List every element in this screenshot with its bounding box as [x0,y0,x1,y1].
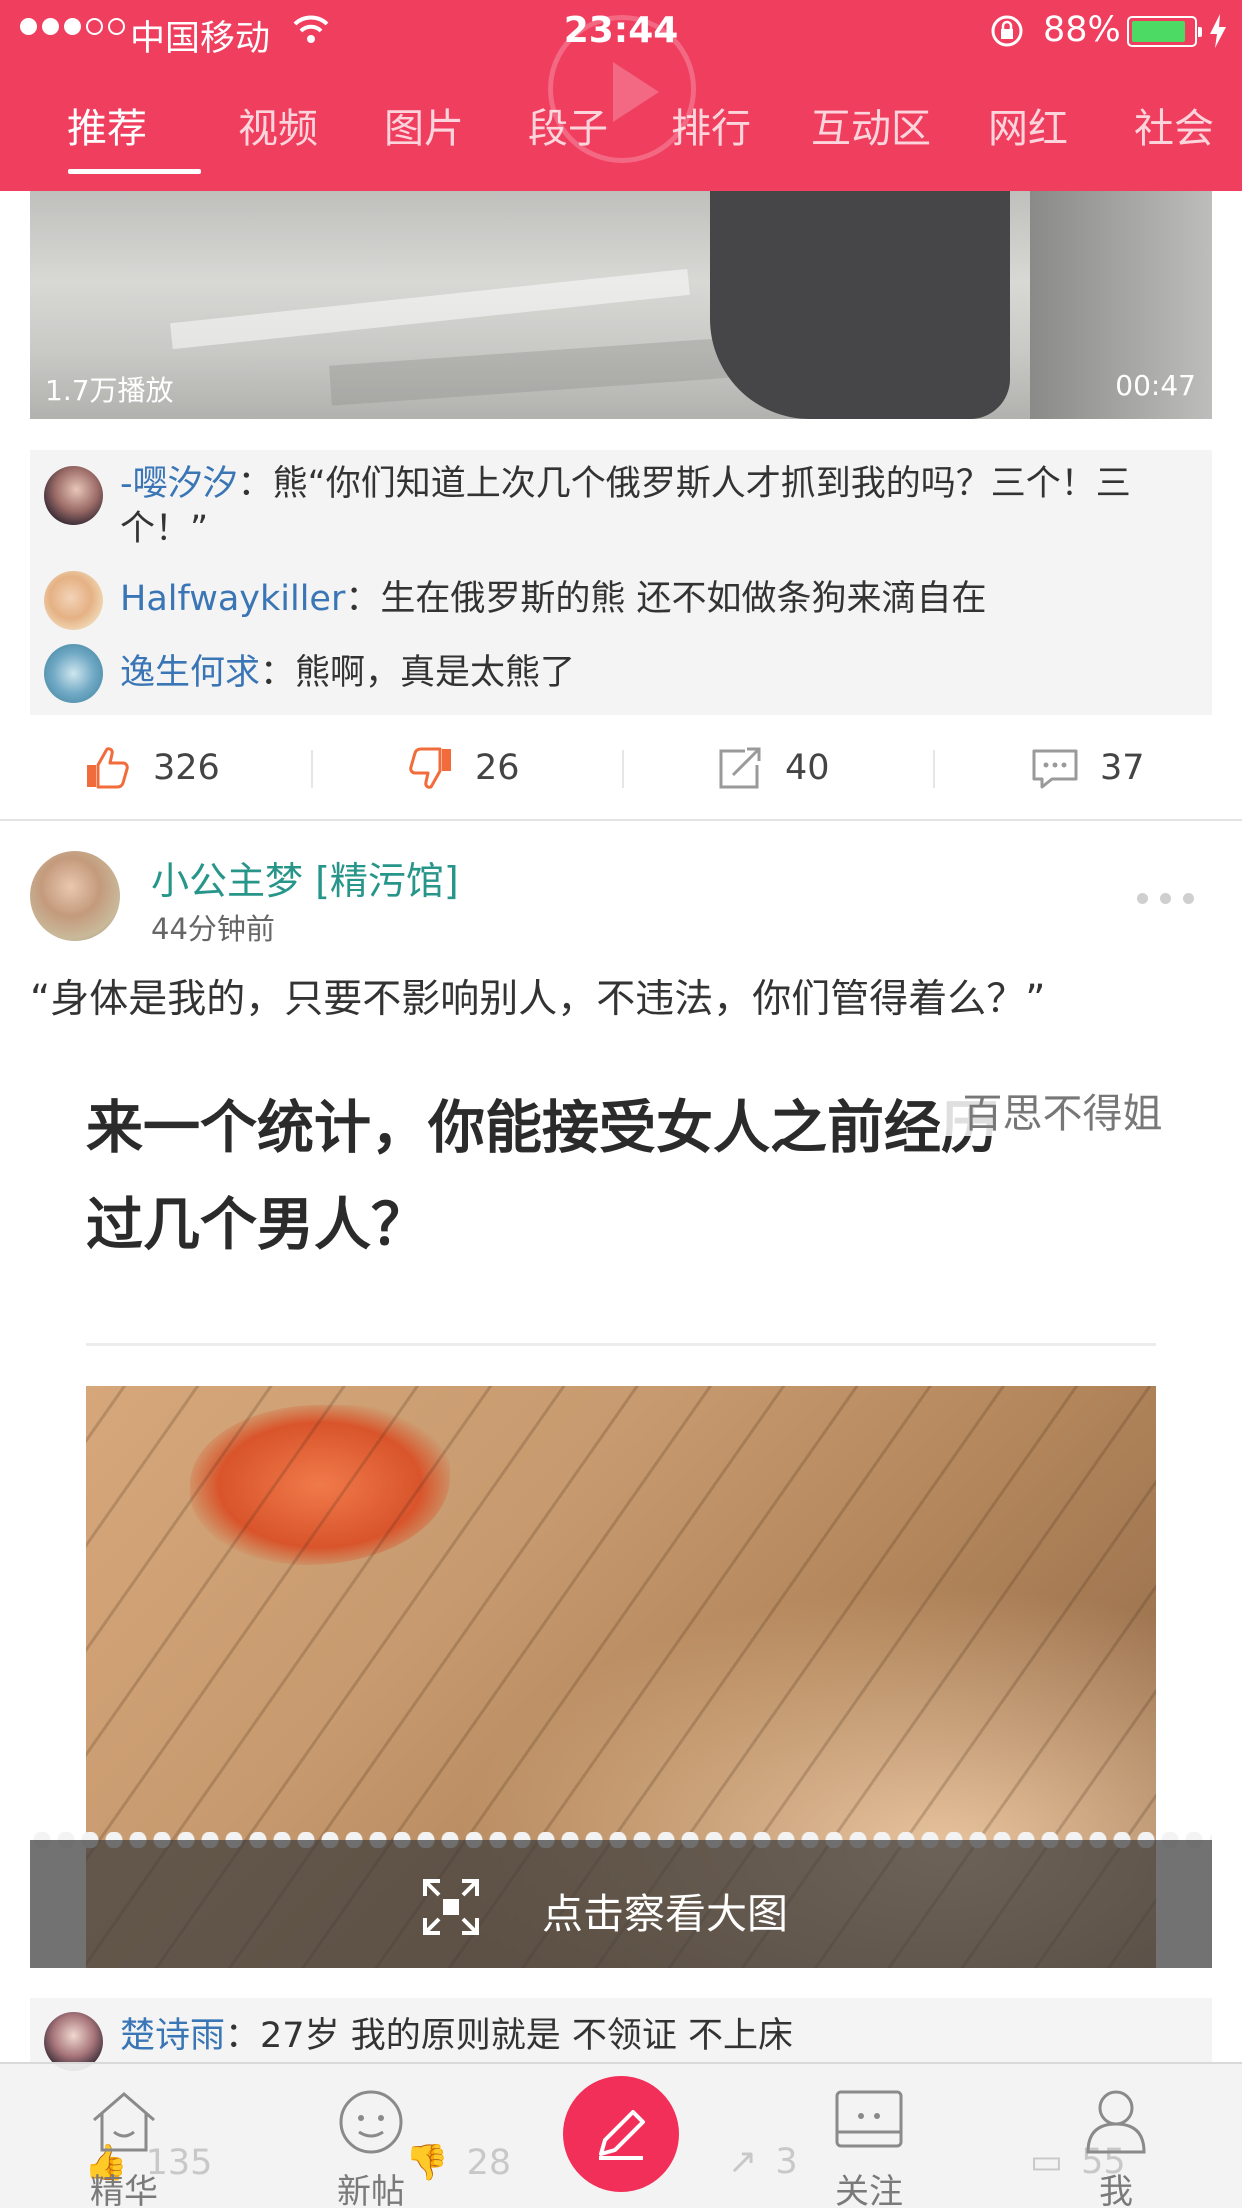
share-count: 3 [775,2142,798,2182]
tab-jokes[interactable]: 段子 [528,96,608,154]
nav-label: 精华 [90,2172,158,2208]
video-frame-detail [170,268,690,350]
video-frame-figure [710,191,1010,419]
post-text: “身体是我的，只要不影响别人，不违法，你们管得着么？” [30,977,1046,1022]
nav-label: 关注 [835,2172,903,2208]
post-actions: 326 26 40 37 [0,730,1242,806]
avatar[interactable] [44,571,103,630]
comment-separator: ： [260,653,296,693]
status-bar: 中国移动 23:44 88% [0,0,1242,62]
comment-icon [1032,749,1078,789]
message-box-icon [835,2090,903,2148]
tab-pictures[interactable]: 图片 [384,96,464,154]
post-image[interactable]: 来一个统计，你能接受女人之前经历 过几个男人？ 百思不得姐 点击察看大图 [30,1040,1212,1968]
comment-username[interactable]: 楚诗雨 [120,2016,225,2056]
nav-following[interactable]: 关注 [809,2086,929,2208]
comment-button[interactable]: 37 [1030,744,1145,792]
share-count: 40 [785,748,830,788]
nav-featured[interactable]: 精华 [64,2086,184,2208]
tab-interaction[interactable]: 互动区 [811,96,931,154]
expand-icon [423,1879,479,1935]
comment-count: 37 [1100,748,1145,788]
avatar[interactable] [44,644,103,703]
post-time: 44分钟前 [151,912,275,946]
nav-label: 新帖 [337,2172,405,2208]
share-icon: ↗ [728,2142,758,2182]
comment-username[interactable]: -嘤汐汐 [120,464,238,504]
author-avatar[interactable] [30,851,120,941]
comment-text: 生在俄罗斯的熊 还不如做条狗来滴自在 [380,579,987,619]
top-header: 中国移动 23:44 88% 推荐 视频 图片 段子 排行 互动区 网红 社会 [0,0,1242,191]
thumbs-up-icon [87,747,129,789]
dislike-count: 28 [466,2142,512,2183]
share-button[interactable]: 40 [715,744,830,792]
view-large-label[interactable]: 点击察看大图 [542,1880,788,1940]
tab-video[interactable]: 视频 [238,96,318,154]
category-tabs: 推荐 视频 图片 段子 排行 互动区 网红 社会 [0,96,1242,156]
dislike-button[interactable]: 26 [405,744,520,792]
person-icon [1086,2090,1146,2154]
post-divider [0,819,1242,821]
pencil-icon [599,2110,645,2160]
comment-separator: ： [345,579,381,619]
compose-button[interactable] [563,2076,679,2192]
battery-percent: 88% [1043,10,1121,50]
tab-recommend[interactable]: 推荐 [67,96,147,154]
tab-ranking[interactable]: 排行 [671,96,751,154]
orientation-lock-icon [991,15,1023,47]
share-icon [719,747,761,789]
divider [933,750,935,788]
hot-comments: -嘤汐汐：熊“你们知道上次几个俄罗斯人才抓到我的吗？三个！三个！” Halfwa… [30,450,1212,715]
tab-society[interactable]: 社会 [1134,96,1214,154]
post2-share[interactable]: ↗ 3 [728,2142,798,2182]
video-thumbnail[interactable]: 1.7万播放 00:47 [30,191,1212,419]
comment-text: 27岁 我的原则就是 不领证 不上床 [260,2016,793,2056]
thumbs-down-icon [409,747,451,789]
more-dot [1183,893,1194,904]
video-frame-detail [329,336,751,406]
divider [622,750,624,788]
tab-influencers[interactable]: 网红 [988,96,1068,154]
watermark: 百思不得姐 [940,1092,1185,1136]
more-dot [1160,893,1171,904]
comment-username[interactable]: 逸生何求 [120,653,260,693]
home-icon [93,2092,155,2152]
comment-separator: ： [225,2016,261,2056]
divider [311,750,313,788]
author-name[interactable]: 小公主梦 [精污馆] [151,850,459,905]
active-tab-indicator [68,169,201,174]
avatar[interactable] [44,466,103,525]
image-caption-line: 过几个男人？ [86,1192,428,1258]
comment-username[interactable]: Halfwaykiller [120,579,345,619]
like-button[interactable]: 326 [83,744,220,792]
more-dot [1137,893,1148,904]
nav-label: 我 [1099,2172,1133,2208]
more-options-button[interactable] [1137,893,1194,904]
charging-icon [1210,14,1226,48]
play-count: 1.7万播放 [45,374,174,407]
like-count: 326 [153,748,220,788]
battery-icon [1127,16,1202,47]
nav-me[interactable]: 我 [1056,2086,1176,2208]
video-duration: 00:47 [1115,369,1196,402]
smiley-icon [339,2090,403,2154]
comment-text: 熊啊，真是太熊了 [295,653,576,693]
dislike-count: 26 [475,748,520,788]
nav-new-posts[interactable]: 新帖 [311,2086,431,2208]
image-divider [86,1343,1156,1346]
comment-separator: ： [237,464,273,504]
